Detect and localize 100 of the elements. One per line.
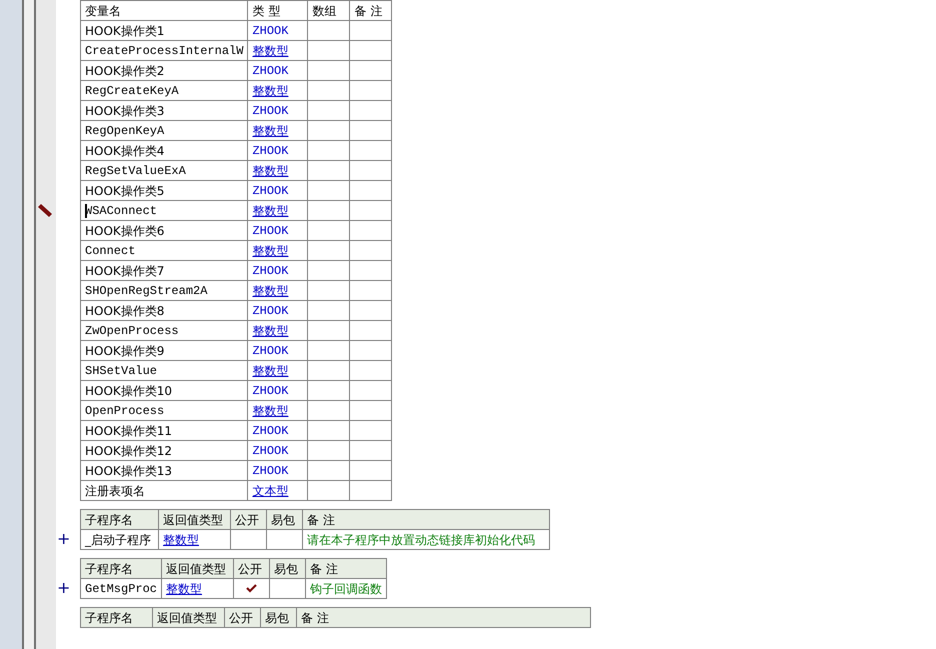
variable-name-cell[interactable]: RegCreateKeyA <box>80 80 248 100</box>
variable-name-cell[interactable]: HOOK操作类12 <box>80 440 248 460</box>
table-cell <box>350 400 392 420</box>
variable-name-cell[interactable]: HOOK操作类1 <box>80 20 248 40</box>
type-cell[interactable]: 整数型 <box>248 120 308 140</box>
table-cell <box>350 180 392 200</box>
type-cell[interactable]: 整数型 <box>248 360 308 380</box>
type-cell[interactable]: ZHOOK <box>248 20 308 40</box>
expand-button[interactable]: + <box>57 529 70 549</box>
variable-name-cell[interactable]: RegSetValueExA <box>80 160 248 180</box>
variable-name-cell[interactable]: HOOK操作类3 <box>80 100 248 120</box>
table-cell <box>308 180 350 200</box>
type-cell[interactable]: 整数型 <box>248 80 308 100</box>
type-cell[interactable]: ZHOOK <box>248 420 308 440</box>
subroutine-name-cell[interactable]: _启动子程序 <box>80 530 158 550</box>
type-cell[interactable]: ZHOOK <box>248 300 308 320</box>
column-header: 备 注 <box>306 558 387 578</box>
table-cell <box>350 360 392 380</box>
type-cell[interactable]: ZHOOK <box>248 380 308 400</box>
column-header: 易包 <box>260 608 296 628</box>
variable-name-cell[interactable]: CreateProcessInternalW <box>80 40 248 60</box>
table-cell <box>308 260 350 280</box>
variable-name-cell[interactable]: ZwOpenProcess <box>80 320 248 340</box>
variable-name-cell[interactable]: 注册表项名 <box>80 480 248 500</box>
column-header: 公开 <box>234 558 270 578</box>
type-cell[interactable]: ZHOOK <box>248 340 308 360</box>
type-cell[interactable]: ZHOOK <box>248 220 308 240</box>
variable-name-cell[interactable]: HOOK操作类2 <box>80 60 248 80</box>
type-cell[interactable]: 整数型 <box>248 320 308 340</box>
table-cell <box>266 530 302 550</box>
variable-name-cell[interactable]: HOOK操作类4 <box>80 140 248 160</box>
table-cell <box>350 480 392 500</box>
variable-name-cell[interactable]: HOOK操作类5 <box>80 180 248 200</box>
variable-name-cell[interactable]: HOOK操作类8 <box>80 300 248 320</box>
column-header: 备 注 <box>350 0 392 20</box>
column-header: 公开 <box>224 608 260 628</box>
remark-cell: 请在本子程序中放置动态链接库初始化代码 <box>302 530 550 550</box>
variable-name-cell[interactable]: HOOK操作类6 <box>80 220 248 240</box>
table-cell <box>350 200 392 220</box>
table-cell <box>350 320 392 340</box>
table-cell <box>308 240 350 260</box>
return-type-cell[interactable]: 整数型 <box>162 578 234 598</box>
table-cell <box>308 140 350 160</box>
return-type-cell[interactable]: 整数型 <box>158 530 230 550</box>
expand-button[interactable]: + <box>57 578 70 598</box>
type-cell[interactable]: ZHOOK <box>248 140 308 160</box>
table-cell <box>350 380 392 400</box>
table-cell <box>308 120 350 140</box>
variable-name-cell[interactable]: SHSetValue <box>80 360 248 380</box>
column-header: 子程序名 <box>80 608 152 628</box>
table-cell <box>308 300 350 320</box>
table-cell <box>350 220 392 240</box>
type-cell[interactable]: ZHOOK <box>248 60 308 80</box>
table-cell <box>308 40 350 60</box>
table-cell <box>308 200 350 220</box>
table-cell <box>308 460 350 480</box>
table-cell <box>308 80 350 100</box>
table-cell <box>308 60 350 80</box>
table-cell <box>350 120 392 140</box>
variable-name-cell[interactable]: OpenProcess <box>80 400 248 420</box>
type-cell[interactable]: 整数型 <box>248 160 308 180</box>
table-cell <box>308 160 350 180</box>
variable-name-cell[interactable]: HOOK操作类9 <box>80 340 248 360</box>
subroutine-name-cell[interactable]: GetMsgProc <box>80 578 162 598</box>
type-cell[interactable]: ZHOOK <box>248 180 308 200</box>
table-cell <box>308 280 350 300</box>
table-cell <box>350 260 392 280</box>
table-cell <box>350 80 392 100</box>
column-header: 易包 <box>266 510 302 530</box>
type-cell[interactable]: ZHOOK <box>248 460 308 480</box>
type-cell[interactable]: ZHOOK <box>248 260 308 280</box>
remark-cell: 钩子回调函数 <box>306 578 387 598</box>
table-cell <box>350 20 392 40</box>
check-icon <box>246 584 258 593</box>
variable-name-cell[interactable]: HOOK操作类11 <box>80 420 248 440</box>
type-cell[interactable]: ZHOOK <box>248 440 308 460</box>
variable-name-cell[interactable]: Connect <box>80 240 248 260</box>
column-header: 备 注 <box>296 608 590 628</box>
type-cell[interactable]: 整数型 <box>248 200 308 220</box>
table-cell <box>350 160 392 180</box>
splitter-bar[interactable] <box>22 0 36 649</box>
type-cell[interactable]: 整数型 <box>248 40 308 60</box>
table-cell <box>350 140 392 160</box>
table-cell <box>308 320 350 340</box>
table-cell <box>350 300 392 320</box>
variable-name-cell[interactable]: HOOK操作类13 <box>80 460 248 480</box>
variable-name-cell[interactable]: SHOpenRegStream2A <box>80 280 248 300</box>
variable-name-cell[interactable]: RegOpenKeyA <box>80 120 248 140</box>
variable-name-cell[interactable]: HOOK操作类7 <box>80 260 248 280</box>
type-cell[interactable]: 整数型 <box>248 400 308 420</box>
type-cell[interactable]: 文本型 <box>248 480 308 500</box>
column-header: 数组 <box>308 0 350 20</box>
type-cell[interactable]: 整数型 <box>248 280 308 300</box>
table-cell <box>308 480 350 500</box>
type-cell[interactable]: 整数型 <box>248 240 308 260</box>
variable-name-cell[interactable]: HOOK操作类10 <box>80 380 248 400</box>
table-cell <box>308 360 350 380</box>
column-header: 易包 <box>270 558 306 578</box>
type-cell[interactable]: ZHOOK <box>248 100 308 120</box>
column-header: 返回值类型 <box>152 608 224 628</box>
